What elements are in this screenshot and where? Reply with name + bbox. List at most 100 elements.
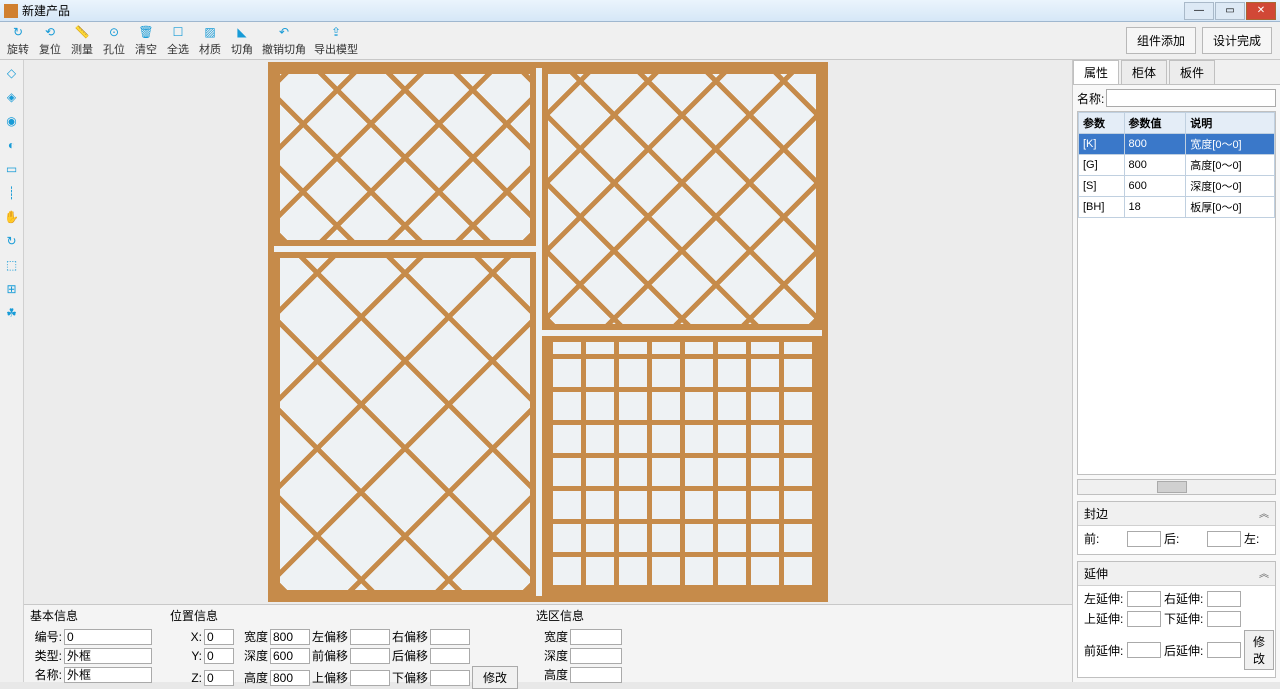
toolbar-icon: 🗑 <box>137 24 155 40</box>
toolbar-4[interactable]: 🗑清空 <box>130 22 162 59</box>
toolbar-icon: ☐ <box>169 24 187 40</box>
toolbar-label: 切角 <box>231 41 253 57</box>
depth-input[interactable] <box>270 648 310 664</box>
table-row[interactable]: [G]800高度[0～0] <box>1079 155 1275 176</box>
sel-info-title: 选区信息 <box>536 607 622 624</box>
left-tool-7[interactable]: ↻ <box>3 232 21 250</box>
toolbar: ↻旋转⟲复位📏测量⊙孔位🗑清空☐全选▨材质◣切角↶撤销切角⇪导出模型 组件添加 … <box>0 22 1280 60</box>
chevron-up-icon: ︽ <box>1259 565 1269 582</box>
maximize-button[interactable]: ▭ <box>1215 2 1245 20</box>
sel-depth-input[interactable] <box>570 648 622 664</box>
toolbar-3[interactable]: ⊙孔位 <box>98 22 130 59</box>
ext-back-input[interactable] <box>1207 642 1241 658</box>
design-done-button[interactable]: 设计完成 <box>1202 27 1272 54</box>
tab-properties[interactable]: 属性 <box>1073 60 1119 84</box>
backoff-input[interactable] <box>430 648 470 664</box>
ext-down-input[interactable] <box>1207 611 1241 627</box>
h-scrollbar[interactable] <box>1077 479 1276 495</box>
toolbar-label: 材质 <box>199 41 221 57</box>
toolbar-label: 复位 <box>39 41 61 57</box>
downoff-input[interactable] <box>430 670 470 686</box>
table-row[interactable]: [BH]18板厚[0～0] <box>1079 197 1275 218</box>
toolbar-6[interactable]: ▨材质 <box>194 22 226 59</box>
ext-front-input[interactable] <box>1127 642 1161 658</box>
toolbar-8[interactable]: ↶撤销切角 <box>258 22 310 59</box>
edge-section-header[interactable]: 封边︽ <box>1078 502 1275 526</box>
tab-board[interactable]: 板件 <box>1169 60 1215 84</box>
toolbar-icon: ▨ <box>201 24 219 40</box>
left-tool-5[interactable]: ┊ <box>3 184 21 202</box>
ext-section-header[interactable]: 延伸︽ <box>1078 562 1275 586</box>
app-icon <box>4 4 18 18</box>
frontoff-input[interactable] <box>350 648 390 664</box>
left-tool-10[interactable]: ☘ <box>3 304 21 322</box>
add-component-button[interactable]: 组件添加 <box>1126 27 1196 54</box>
basic-info-title: 基本信息 <box>30 607 152 624</box>
toolbar-icon: ↻ <box>9 24 27 40</box>
table-row[interactable]: [K]800宽度[0～0] <box>1079 134 1275 155</box>
toolbar-label: 清空 <box>135 41 157 57</box>
name-input[interactable] <box>64 667 152 683</box>
y-input[interactable] <box>204 648 234 664</box>
type-input[interactable] <box>64 648 152 664</box>
ext-modify-button[interactable]: 修改 <box>1244 630 1274 670</box>
toolbar-7[interactable]: ◣切角 <box>226 22 258 59</box>
left-tool-3[interactable]: ◐ <box>3 136 21 154</box>
toolbar-2[interactable]: 📏测量 <box>66 22 98 59</box>
left-tool-6[interactable]: ✋ <box>3 208 21 226</box>
design-canvas[interactable] <box>268 62 828 602</box>
table-row[interactable]: [S]600深度[0～0] <box>1079 176 1275 197</box>
chevron-up-icon: ︽ <box>1259 505 1269 522</box>
prop-name-input[interactable] <box>1106 89 1276 107</box>
bottom-panel: 基本信息 编号: 类型: 名称: 位置信息 X: 宽度 左偏移 右偏移 Y: 深… <box>24 604 1072 682</box>
id-input[interactable] <box>64 629 152 645</box>
left-toolbar: ◇ ◈ ◉ ◐ ▭ ┊ ✋ ↻ ⬚ ⊞ ☘ <box>0 60 24 682</box>
toolbar-icon: ⟲ <box>41 24 59 40</box>
toolbar-icon: ↶ <box>275 24 293 40</box>
toolbar-icon: ⊙ <box>105 24 123 40</box>
leftoff-input[interactable] <box>350 629 390 645</box>
toolbar-1[interactable]: ⟲复位 <box>34 22 66 59</box>
toolbar-label: 旋转 <box>7 41 29 57</box>
pos-modify-button[interactable]: 修改 <box>472 666 518 689</box>
left-tool-2[interactable]: ◉ <box>3 112 21 130</box>
left-tool-4[interactable]: ▭ <box>3 160 21 178</box>
toolbar-label: 孔位 <box>103 41 125 57</box>
panel-bottom-left[interactable] <box>274 252 536 596</box>
edge-back-input[interactable] <box>1207 531 1241 547</box>
close-button[interactable]: ✕ <box>1246 2 1276 20</box>
toolbar-label: 全选 <box>167 41 189 57</box>
sel-width-input[interactable] <box>570 629 622 645</box>
x-input[interactable] <box>204 629 234 645</box>
left-tool-8[interactable]: ⬚ <box>3 256 21 274</box>
left-tool-1[interactable]: ◈ <box>3 88 21 106</box>
rightoff-input[interactable] <box>430 629 470 645</box>
ext-left-input[interactable] <box>1127 591 1161 607</box>
edge-front-input[interactable] <box>1127 531 1161 547</box>
toolbar-5[interactable]: ☐全选 <box>162 22 194 59</box>
toolbar-9[interactable]: ⇪导出模型 <box>310 22 362 59</box>
width-input[interactable] <box>270 629 310 645</box>
left-tool-9[interactable]: ⊞ <box>3 280 21 298</box>
toolbar-icon: ◣ <box>233 24 251 40</box>
panel-top-right[interactable] <box>542 68 822 330</box>
panel-bottom-right[interactable] <box>542 336 822 596</box>
titlebar: 新建产品 — ▭ ✕ <box>0 0 1280 22</box>
toolbar-icon: 📏 <box>73 24 91 40</box>
upoff-input[interactable] <box>350 670 390 686</box>
sel-height-input[interactable] <box>570 667 622 683</box>
name-label: 名称: <box>1077 90 1104 107</box>
toolbar-icon: ⇪ <box>327 24 345 40</box>
z-input[interactable] <box>204 670 234 686</box>
panel-top-left[interactable] <box>274 68 536 246</box>
toolbar-0[interactable]: ↻旋转 <box>2 22 34 59</box>
right-panel: 属性 柜体 板件 名称: 参数 参数值 说明 [K]800宽度[0～0][G]8… <box>1072 60 1280 682</box>
ext-up-input[interactable] <box>1127 611 1161 627</box>
tab-cabinet[interactable]: 柜体 <box>1121 60 1167 84</box>
ext-right-input[interactable] <box>1207 591 1241 607</box>
minimize-button[interactable]: — <box>1184 2 1214 20</box>
height-input[interactable] <box>270 670 310 686</box>
toolbar-label: 测量 <box>71 41 93 57</box>
left-tool-0[interactable]: ◇ <box>3 64 21 82</box>
toolbar-label: 撤销切角 <box>262 41 306 57</box>
